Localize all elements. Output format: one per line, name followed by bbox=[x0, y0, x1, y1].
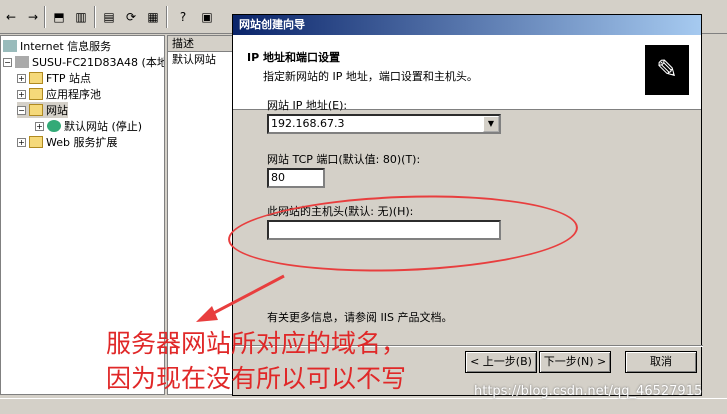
watermark: https://blog.csdn.net/qq_46527915 bbox=[474, 384, 703, 399]
annotation-line-1: 服务器网站所对应的域名， bbox=[106, 329, 407, 358]
annotation-text: 服务器网站所对应的域名， 因为现在没有所以可以不写 bbox=[106, 326, 406, 396]
annotation-line-2: 因为现在没有所以可以不写 bbox=[106, 364, 407, 393]
